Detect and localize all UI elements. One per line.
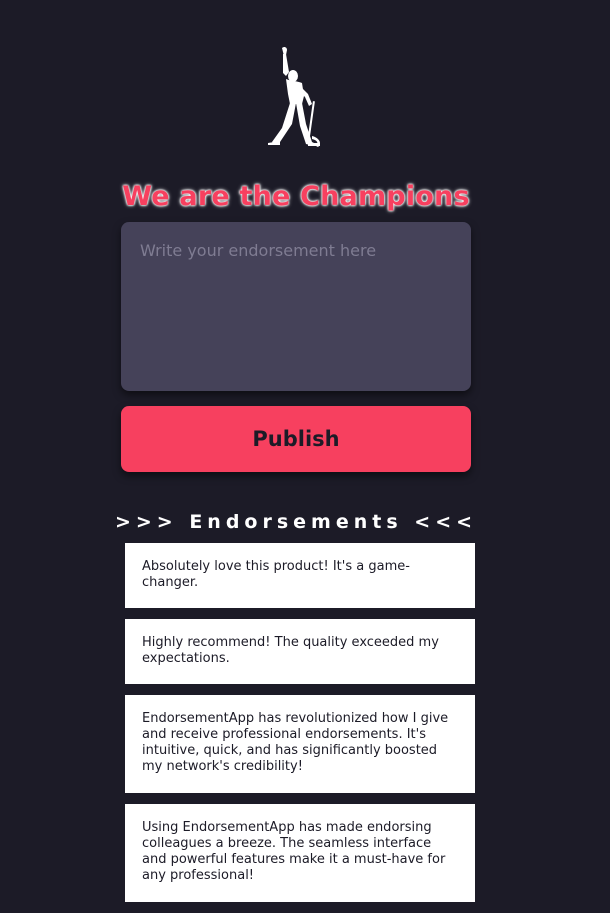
endorsement-card: Highly recommend! The quality exceeded m… xyxy=(125,619,475,684)
endorsement-card: EndorsementApp has revolutionized how I … xyxy=(125,695,475,793)
app-container: We are the Champions Publish >>> Endorse… xyxy=(0,0,610,910)
endorsements-list: Absolutely love this product! It's a gam… xyxy=(125,543,475,913)
endorsement-input[interactable] xyxy=(121,222,471,391)
silhouette-singer-icon xyxy=(262,46,330,150)
endorsement-card: Absolutely love this product! It's a gam… xyxy=(125,543,475,608)
page-title: We are the Champions xyxy=(122,181,470,213)
endorsements-heading: >>> Endorsements <<< xyxy=(114,510,478,533)
publish-button[interactable]: Publish xyxy=(121,406,471,472)
endorsement-card: Using EndorsementApp has made endorsing … xyxy=(125,804,475,902)
